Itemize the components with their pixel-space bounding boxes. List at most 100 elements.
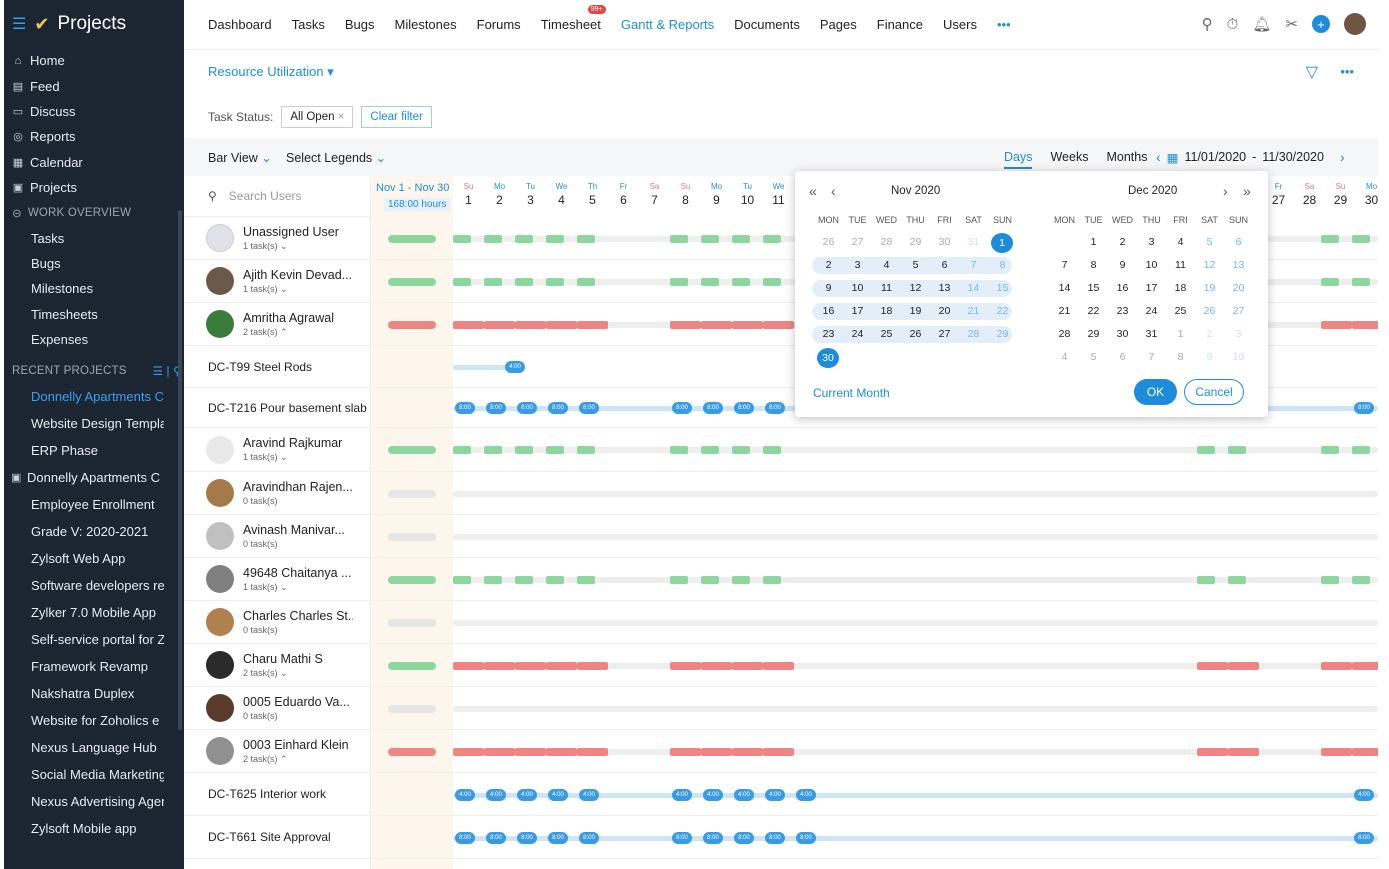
utilization-bar[interactable] [1228, 446, 1246, 454]
hours-pill[interactable]: 8:00 [517, 831, 537, 844]
calendar-day[interactable]: 2 [814, 257, 843, 274]
calendar-day[interactable]: 31 [959, 234, 988, 251]
utilization-bar[interactable] [577, 446, 595, 454]
hours-pill[interactable]: 4:00 [548, 788, 568, 801]
nav-10[interactable]: Users [943, 17, 977, 32]
calendar-day[interactable]: 28 [1050, 326, 1079, 343]
utilization-bar[interactable] [732, 446, 750, 454]
recent-project-item[interactable]: Website for Zoholics e [4, 707, 164, 734]
hours-pill[interactable]: 4:00 [1354, 788, 1374, 801]
user-row[interactable]: Ajith Kevin Devad... 1 task(s) ⌄ [184, 260, 371, 303]
utilization-bar[interactable] [670, 575, 688, 584]
nav-9[interactable]: Finance [877, 17, 923, 32]
utilization-bar[interactable] [763, 277, 781, 286]
utilization-bar[interactable] [1228, 575, 1246, 584]
utilization-bar[interactable] [577, 234, 595, 243]
summary-bar[interactable] [388, 618, 436, 627]
task-row[interactable]: DC-T661 Site Approval [184, 816, 371, 859]
chevron-down-icon[interactable]: ⌄ [278, 452, 288, 462]
menu-icon[interactable]: ☰ [12, 14, 26, 34]
utilization-bar[interactable] [1197, 446, 1215, 454]
user-row[interactable]: Amritha Agrawal 2 task(s) ⌃ [184, 303, 371, 346]
range-end[interactable]: 11/30/2020 [1262, 150, 1324, 164]
calendar-day[interactable]: 16 [814, 303, 843, 320]
status-chip[interactable]: All Open × [281, 106, 354, 128]
hours-pill[interactable]: 4:00 [672, 788, 692, 801]
next-range-icon[interactable]: › [1340, 149, 1345, 165]
recent-project-item[interactable]: Donnelly Apartments C [4, 383, 164, 410]
utilization-bar[interactable] [484, 234, 502, 243]
summary-bar[interactable] [388, 446, 436, 454]
calendar-day[interactable]: 26 [814, 234, 843, 251]
utilization-bar[interactable] [546, 234, 564, 243]
calendar-day[interactable]: 21 [1050, 303, 1079, 320]
calendar-day[interactable]: 2 [1195, 326, 1224, 343]
next-year-icon[interactable]: » [1243, 183, 1251, 199]
utilization-bar[interactable] [701, 277, 719, 286]
calendar-day[interactable]: 7 [959, 257, 988, 274]
utilization-bar[interactable] [1321, 661, 1352, 670]
sidebar-item-expenses[interactable]: Expenses [4, 327, 184, 352]
hours-pill[interactable]: 8:00 [455, 831, 475, 844]
hours-pill[interactable]: 8:00 [672, 402, 692, 414]
sidebar-item-discuss[interactable]: ▭ Discuss [4, 99, 184, 124]
calendar-day[interactable]: 26 [1195, 303, 1224, 320]
user-row[interactable]: 0003 Einhard Klein 2 task(s) ⌃ [184, 730, 371, 773]
calendar-day[interactable]: 19 [1195, 280, 1224, 297]
utilization-bar[interactable] [546, 446, 564, 454]
sidebar-item-milestones[interactable]: Milestones [4, 276, 184, 301]
calendar-day[interactable]: 4 [872, 257, 901, 274]
utilization-bar[interactable] [577, 320, 608, 329]
hours-pill[interactable]: 8:00 [486, 402, 506, 414]
utilization-bar[interactable] [1321, 446, 1339, 454]
calendar-day[interactable]: 24 [1137, 303, 1166, 320]
user-row[interactable]: Unassigned User 1 task(s) ⌄ [184, 217, 371, 260]
sidebar-item-reports[interactable]: ◎ Reports [4, 124, 184, 149]
calendar-day[interactable]: 11 [1166, 257, 1195, 274]
task-count[interactable]: 0 task(s) [243, 711, 350, 721]
hours-pill[interactable]: 4:00 [486, 788, 506, 801]
calendar-day[interactable]: 1 [1079, 234, 1108, 251]
hours-pill[interactable]: 8:00 [734, 831, 754, 844]
bar-view-dropdown[interactable]: Bar View ⌄ [208, 150, 272, 165]
chevron-up-icon[interactable]: ⌃ [278, 327, 288, 337]
utilization-bar[interactable] [732, 234, 750, 243]
calendar-day[interactable]: 3 [843, 257, 872, 274]
hours-pill[interactable]: 4:00 [734, 788, 754, 801]
utilization-bar[interactable] [546, 747, 577, 756]
calendar-day[interactable]: 1 [991, 233, 1013, 253]
hours-pill[interactable]: 4:00 [579, 788, 599, 801]
utilization-bar[interactable] [1321, 747, 1352, 756]
calendar-day[interactable]: 5 [1195, 234, 1224, 251]
task-count[interactable]: 1 task(s) ⌄ [243, 284, 352, 295]
chevron-down-icon[interactable]: ⌄ [278, 241, 288, 251]
calendar-day[interactable]: 7 [1050, 257, 1079, 274]
user-row[interactable]: Avinash Manivar... 0 task(s) [184, 515, 371, 558]
sidebar-item-projects[interactable]: ▣ Projects [4, 175, 184, 200]
utilization-bar[interactable] [453, 747, 484, 756]
hours-pill[interactable]: 4:00 [505, 361, 525, 373]
sidebar-item-tasks[interactable]: Tasks [4, 225, 184, 250]
utilization-bar[interactable] [763, 320, 794, 329]
calendar-day[interactable]: 18 [872, 303, 901, 320]
utilization-bar[interactable] [1352, 277, 1370, 286]
utilization-bar[interactable] [732, 661, 763, 670]
task-row[interactable]: DC-T625 Interior work [184, 773, 371, 816]
utilization-bar[interactable] [577, 661, 608, 670]
calendar-day[interactable]: 25 [1166, 303, 1195, 320]
utilization-bar[interactable] [546, 575, 564, 584]
utilization-bar[interactable] [515, 747, 546, 756]
calendar-day[interactable]: 1 [1166, 326, 1195, 343]
recent-project-item[interactable]: Zylker 7.0 Mobile App [4, 599, 164, 626]
cancel-button[interactable]: Cancel [1184, 379, 1244, 405]
utilization-bar[interactable] [1321, 234, 1339, 243]
user-row[interactable]: Charles Charles St... 0 task(s) [184, 601, 371, 644]
recent-project-item[interactable]: Website Design Templa [4, 410, 164, 437]
sidebar-item-timesheets[interactable]: Timesheets [4, 302, 184, 327]
utilization-bar[interactable] [484, 575, 502, 584]
calendar-day[interactable]: 17 [1137, 280, 1166, 297]
hours-pill[interactable]: 4:00 [765, 788, 785, 801]
utilization-bar[interactable] [701, 320, 732, 329]
user-row[interactable]: Aravind Rajkumar 1 task(s) ⌄ [184, 428, 371, 472]
summary-bar[interactable] [388, 747, 436, 756]
